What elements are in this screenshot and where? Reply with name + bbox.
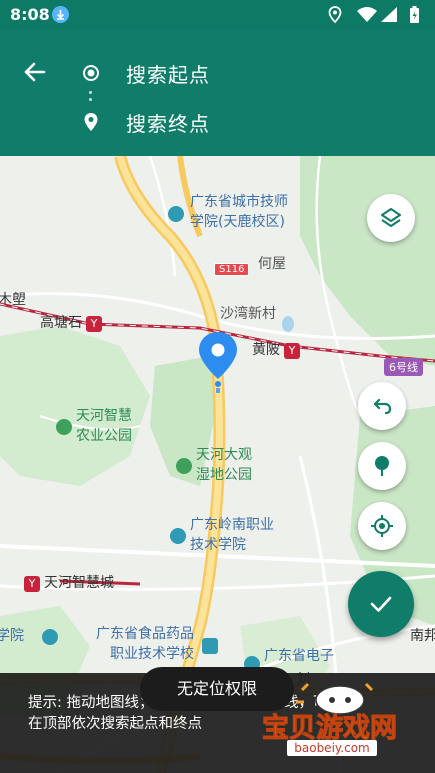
undo-icon xyxy=(373,398,392,415)
undo-button[interactable] xyxy=(358,382,406,430)
map-label-school-2: 广东岭南职业 xyxy=(190,517,274,533)
map-label-school-3-line2: 职业技术学校 xyxy=(110,646,194,662)
map-label-mushu: 木塱 xyxy=(0,292,26,308)
park-icon xyxy=(56,419,72,435)
origin-dot-icon xyxy=(83,65,99,81)
battery-icon xyxy=(410,6,419,23)
map-label-school-2-line2: 技术学院 xyxy=(190,537,246,553)
confirm-button[interactable] xyxy=(348,571,414,637)
map-label-electronics: 广东省电子 xyxy=(264,648,334,664)
route-dots xyxy=(89,91,93,105)
map-label-heyu: 何屋 xyxy=(258,256,286,272)
map-label-wetland: 天河大观 xyxy=(196,447,252,463)
layers-icon xyxy=(381,208,401,227)
signal-icon xyxy=(381,7,397,22)
map-label-park-1: 天河智慧 xyxy=(76,408,132,424)
status-time: 8:08 xyxy=(10,5,50,24)
search-header: 搜索起点 搜索终点 xyxy=(0,30,435,156)
layers-button[interactable] xyxy=(367,194,415,242)
locate-icon xyxy=(371,515,393,537)
map-label-park-1-line2: 农业公园 xyxy=(76,428,132,444)
map-label-shawan: 沙湾新村 xyxy=(220,306,276,322)
school-icon xyxy=(170,528,186,544)
map-label-xueyuan: 学院 xyxy=(0,628,24,644)
download-icon xyxy=(52,6,69,23)
map-label-school-1: 广东省城市技师 xyxy=(190,194,288,210)
metro-icon: Y xyxy=(284,343,300,359)
metro-icon: Y xyxy=(24,576,40,592)
arrow-back-icon xyxy=(24,62,46,82)
map-label-huangpi: 黄陂 xyxy=(252,342,280,358)
destination-pin-icon xyxy=(84,113,98,131)
map-label-nanbang: 南邦 xyxy=(410,628,435,644)
map-label-gaotangshi: 高塘石 xyxy=(40,315,82,331)
locate-button[interactable] xyxy=(358,502,406,550)
metro-icon: Y xyxy=(86,316,102,332)
road-badge-s116: S116 xyxy=(214,263,250,276)
map-label-wetland-line2: 湿地公园 xyxy=(196,467,252,483)
center-location-pin-icon xyxy=(199,332,237,393)
origin-search-field[interactable]: 搜索起点 xyxy=(126,59,210,88)
map-label-school-3: 广东省食品药品 xyxy=(96,626,194,642)
school-icon xyxy=(42,629,58,645)
marker-button[interactable] xyxy=(358,442,406,490)
wifi-icon xyxy=(357,7,377,22)
watermark-url: baobeiy.com xyxy=(287,740,377,756)
status-bar: 8:08 xyxy=(0,0,435,30)
school-icon xyxy=(168,206,184,222)
map-label-school-1-line2: 学院(天鹿校区) xyxy=(190,214,285,230)
back-button[interactable] xyxy=(18,55,52,89)
metro-line-badge: 6号线 xyxy=(384,358,423,376)
school-icon xyxy=(202,638,218,654)
marker-icon xyxy=(375,456,389,476)
map-label-smartcity: 天河智慧城 xyxy=(44,575,114,591)
park-icon xyxy=(176,458,192,474)
location-icon xyxy=(328,6,342,24)
destination-search-field[interactable]: 搜索终点 xyxy=(126,108,210,137)
check-icon xyxy=(370,596,392,612)
